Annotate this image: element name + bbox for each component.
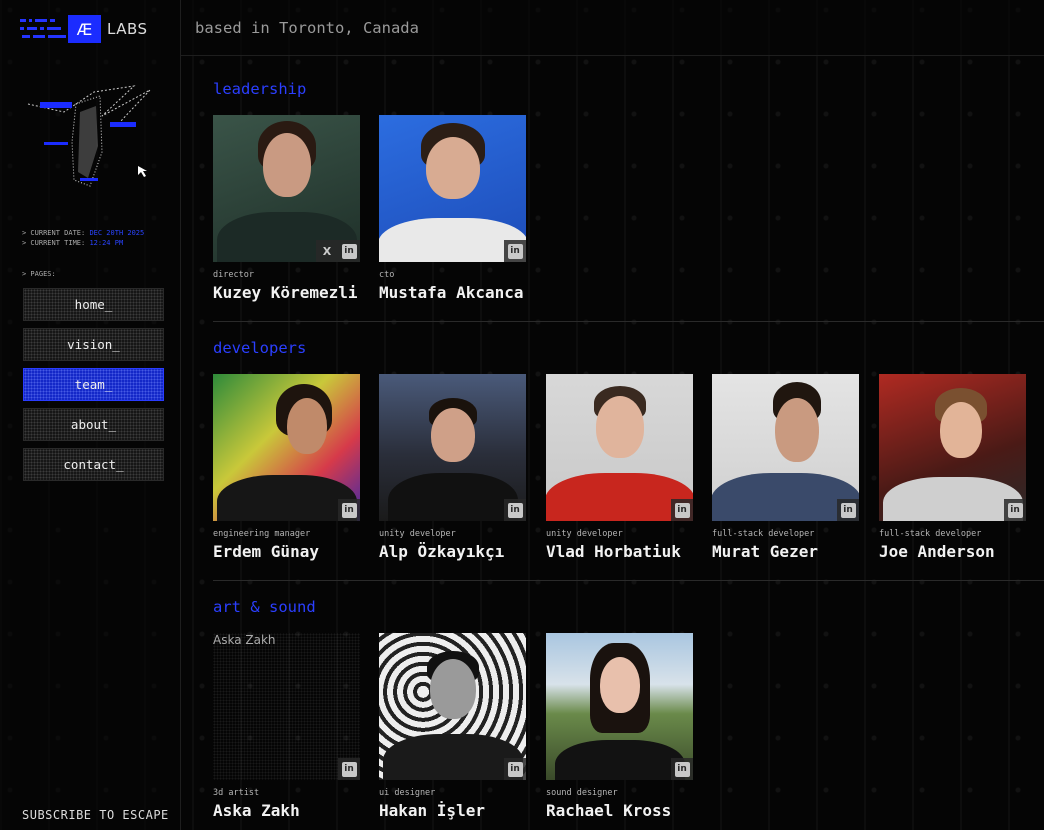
member-name: Joe Anderson xyxy=(879,542,995,561)
nav-vision[interactable]: vision_ xyxy=(23,328,164,361)
section-title-leadership: leadership xyxy=(213,80,307,98)
member-card: in unity developer Vlad Horbatiuk xyxy=(546,374,693,561)
member-photo: in xyxy=(546,374,693,521)
member-name: Erdem Günay xyxy=(213,542,319,561)
member-role: cto xyxy=(379,270,395,280)
member-card: in unity developer Alp Özkayıkçı xyxy=(379,374,526,561)
nav-home[interactable]: home_ xyxy=(23,288,164,321)
member-card: in engineering manager Erdem Günay xyxy=(213,374,360,561)
logo-text: LABS xyxy=(107,20,148,38)
member-name: Mustafa Akcanca xyxy=(379,283,524,302)
member-role: sound designer xyxy=(546,788,618,798)
member-photo: in xyxy=(379,115,526,262)
x-icon[interactable]: X xyxy=(316,240,338,262)
linkedin-icon[interactable]: in xyxy=(671,499,693,521)
member-photo: in xyxy=(379,633,526,780)
linkedin-icon[interactable]: in xyxy=(504,240,526,262)
logo-pixel-mark xyxy=(20,15,68,43)
member-photo-broken: Aska Zakh in xyxy=(213,633,360,780)
member-photo: in xyxy=(379,374,526,521)
nav-contact[interactable]: contact_ xyxy=(23,448,164,481)
member-role: 3d artist xyxy=(213,788,260,798)
ascii-art-figure xyxy=(27,85,151,187)
member-photo: X in xyxy=(213,115,360,262)
linkedin-icon[interactable]: in xyxy=(504,499,526,521)
member-photo: in xyxy=(712,374,859,521)
section-divider xyxy=(213,321,1044,322)
member-role: full-stack developer xyxy=(712,529,815,539)
member-photo: in xyxy=(546,633,693,780)
member-card: in full-stack developer Murat Gezer xyxy=(712,374,859,561)
section-title-developers: developers xyxy=(213,339,307,357)
member-name: Aska Zakh xyxy=(213,801,300,820)
member-role: director xyxy=(213,270,254,280)
page-nav: home_ vision_ team_ about_ contact_ xyxy=(23,288,164,488)
logo-mark: Æ xyxy=(68,15,101,43)
member-name: Murat Gezer xyxy=(712,542,818,561)
nav-team[interactable]: team_ xyxy=(23,368,164,401)
linkedin-icon[interactable]: in xyxy=(338,758,360,780)
member-name: Kuzey Köremezli xyxy=(213,283,358,302)
member-card: Aska Zakh in 3d artist Aska Zakh xyxy=(213,633,360,820)
member-card: in sound designer Rachael Kross xyxy=(546,633,693,820)
member-card: in ui designer Hakan İşler xyxy=(379,633,526,820)
subscribe-link[interactable]: SUBSCRIBE TO ESCAPE xyxy=(22,808,169,822)
image-alt-text: Aska Zakh xyxy=(213,633,276,647)
member-name: Alp Özkayıkçı xyxy=(379,542,505,561)
logo[interactable]: Æ LABS xyxy=(20,15,148,43)
member-card: in cto Mustafa Akcanca xyxy=(379,115,526,302)
member-role: unity developer xyxy=(546,529,623,539)
date-time-readout: > CURRENT DATE: DEC 20TH 2025 > CURRENT … xyxy=(22,228,144,248)
date-label: > CURRENT DATE: xyxy=(22,229,86,237)
member-name: Hakan İşler xyxy=(379,801,485,820)
linkedin-icon[interactable]: in xyxy=(338,240,360,262)
pages-label: > PAGES: xyxy=(22,270,56,278)
member-name: Vlad Horbatiuk xyxy=(546,542,681,561)
section-divider xyxy=(213,580,1044,581)
section-title-art-sound: art & sound xyxy=(213,598,316,616)
member-photo: in xyxy=(879,374,1026,521)
date-value: DEC 20TH 2025 xyxy=(89,229,145,237)
member-role: ui designer xyxy=(379,788,436,798)
member-card: X in director Kuzey Köremezli xyxy=(213,115,360,302)
sidebar: Æ LABS > CURRENT DATE: DEC 20TH 2025 > C… xyxy=(0,0,181,830)
location-text: based in Toronto, Canada xyxy=(195,18,419,37)
nav-about[interactable]: about_ xyxy=(23,408,164,441)
linkedin-icon[interactable]: in xyxy=(671,758,693,780)
member-role: full-stack developer xyxy=(879,529,982,539)
member-name: Rachael Kross xyxy=(546,801,672,820)
top-bar: based in Toronto, Canada xyxy=(181,0,1044,56)
linkedin-icon[interactable]: in xyxy=(504,758,526,780)
linkedin-icon[interactable]: in xyxy=(837,499,859,521)
member-photo: in xyxy=(213,374,360,521)
time-value: 12:24 PM xyxy=(89,239,124,247)
time-label: > CURRENT TIME: xyxy=(22,239,86,247)
linkedin-icon[interactable]: in xyxy=(1004,499,1026,521)
member-role: unity developer xyxy=(379,529,456,539)
linkedin-icon[interactable]: in xyxy=(338,499,360,521)
member-card: in full-stack developer Joe Anderson xyxy=(879,374,1026,561)
member-role: engineering manager xyxy=(213,529,311,539)
